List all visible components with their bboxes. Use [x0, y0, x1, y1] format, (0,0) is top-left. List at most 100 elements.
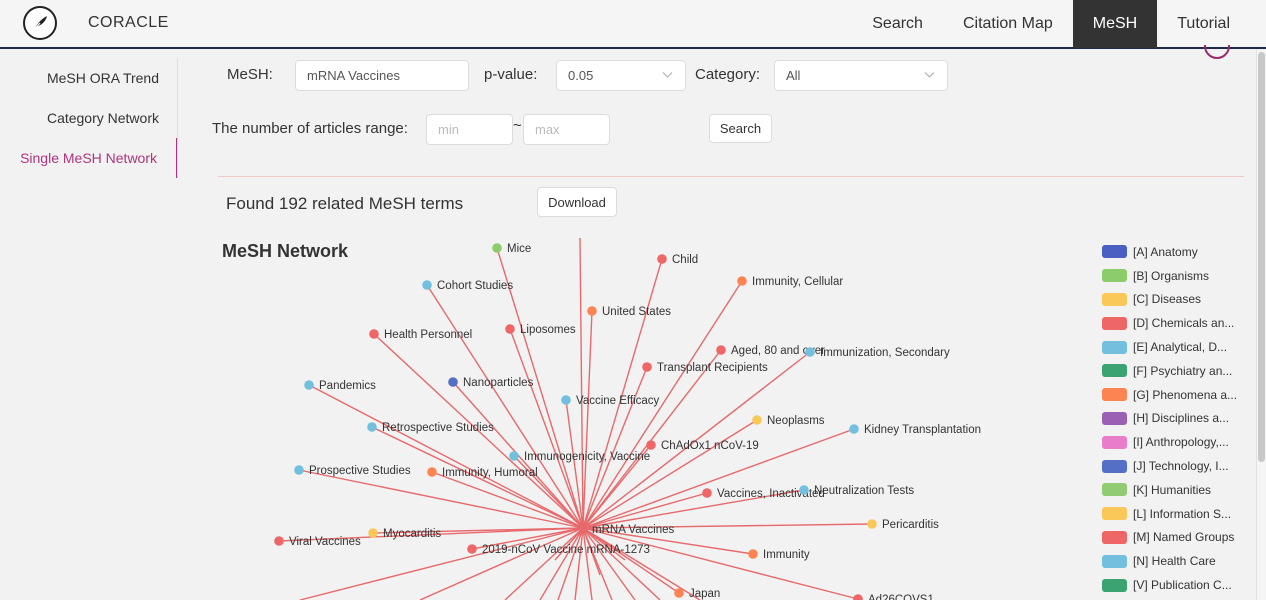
network-legend: [A] Anatomy [B] Organisms [C] Diseases [D] …: [1102, 240, 1237, 597]
legend-item[interactable]: [C] Diseases: [1102, 288, 1237, 312]
network-node[interactable]: [646, 440, 656, 450]
legend-label: [G] Phenomena a...: [1133, 387, 1238, 402]
network-node[interactable]: [657, 254, 667, 264]
legend-swatch: [1102, 530, 1127, 544]
legend-swatch: [1102, 459, 1127, 473]
legend-label: [M] Named Groups: [1133, 530, 1235, 545]
network-node[interactable]: [587, 306, 597, 316]
legend-item[interactable]: [E] Analytical, D...: [1102, 335, 1237, 359]
network-node[interactable]: [561, 395, 571, 405]
network-node[interactable]: [467, 544, 477, 554]
legend-label: [C] Diseases: [1133, 292, 1202, 307]
legend-swatch: [1102, 411, 1127, 425]
legend-swatch: [1102, 269, 1127, 283]
legend-label: [B] Organisms: [1133, 268, 1210, 283]
legend-label: [L] Information S...: [1133, 506, 1232, 521]
legend-label: [F] Psychiatry an...: [1133, 363, 1233, 378]
network-node[interactable]: [368, 528, 378, 538]
network-node[interactable]: [369, 329, 379, 339]
network-node-label: Cohort Studies: [437, 280, 513, 292]
network-node-label: Immunization, Secondary: [820, 347, 950, 359]
network-node[interactable]: [702, 488, 712, 498]
network-node-label: Japan: [689, 588, 720, 600]
network-node[interactable]: [849, 424, 859, 434]
network-node[interactable]: [509, 451, 519, 461]
legend-swatch: [1102, 388, 1127, 402]
legend-item[interactable]: [L] Information S...: [1102, 502, 1237, 526]
legend-item[interactable]: [F] Psychiatry an...: [1102, 359, 1237, 383]
network-edge: [565, 399, 584, 529]
legend-label: [H] Disciplines a...: [1133, 411, 1230, 426]
network-node[interactable]: [448, 377, 458, 387]
legend-item[interactable]: [A] Anatomy: [1102, 240, 1237, 264]
network-node[interactable]: [422, 280, 432, 290]
legend-label: [D] Chemicals an...: [1133, 316, 1235, 331]
legend-swatch: [1102, 340, 1127, 354]
network-edge: [426, 284, 584, 529]
network-node[interactable]: [274, 536, 284, 546]
network-node[interactable]: [294, 465, 304, 475]
network-edge: [298, 469, 584, 529]
network-node[interactable]: [427, 467, 437, 477]
legend-label: [E] Analytical, D...: [1133, 340, 1228, 355]
network-edge: [504, 527, 584, 600]
network-node-label: Pericarditis: [882, 519, 939, 531]
network-node-label: Immunity, Humoral: [442, 467, 538, 479]
network-node[interactable]: [799, 485, 809, 495]
legend-item[interactable]: [I] Anthropology,...: [1102, 430, 1237, 454]
legend-label: [N] Health Care: [1133, 554, 1216, 569]
help-icon[interactable]: [1204, 45, 1230, 59]
network-node[interactable]: [367, 422, 377, 432]
network-node[interactable]: [304, 380, 314, 390]
network-node[interactable]: [867, 519, 877, 529]
legend-label: [I] Anthropology,...: [1133, 435, 1229, 450]
network-node-label: Prospective Studies: [309, 465, 411, 477]
network-node[interactable]: [674, 588, 684, 598]
legend-swatch: [1102, 578, 1127, 592]
network-node[interactable]: [752, 415, 762, 425]
network-node-label: Pandemics: [319, 380, 376, 392]
network-node[interactable]: [716, 345, 726, 355]
network-center-label: mRNA Vaccines: [592, 524, 674, 536]
legend-item[interactable]: [H] Disciplines a...: [1102, 407, 1237, 431]
network-node[interactable]: [505, 324, 515, 334]
network-node[interactable]: [805, 347, 815, 357]
page-scrollbar[interactable]: [1256, 50, 1266, 600]
network-node[interactable]: [853, 594, 863, 600]
legend-swatch: [1102, 316, 1127, 330]
network-edge: [582, 527, 680, 594]
network-node-label: Neutralization Tests: [814, 485, 914, 497]
nav-tutorial[interactable]: Tutorial: [1157, 0, 1250, 48]
network-node-label: Retrospective Studies: [382, 422, 494, 434]
mesh-network-graph[interactable]: Mice Child Immunity, Cellular Cohort Studie…: [0, 0, 1100, 600]
network-node-label: Immunogenicity, Vaccine: [524, 451, 650, 463]
network-node[interactable]: [737, 276, 747, 286]
network-node[interactable]: [748, 549, 758, 559]
network-node-label: Transplant Recipients: [657, 362, 768, 374]
network-node-label: Ad26COVS1: [868, 594, 934, 600]
legend-item[interactable]: [B] Organisms: [1102, 264, 1237, 288]
network-node-label: Myocarditis: [383, 528, 441, 540]
legend-item[interactable]: [J] Technology, I...: [1102, 454, 1237, 478]
network-node[interactable]: [492, 243, 502, 253]
network-node-label: Child: [672, 254, 698, 266]
network-node-label: Health Personnel: [384, 329, 472, 341]
legend-item[interactable]: [G] Phenomena a...: [1102, 383, 1237, 407]
network-node-label: Immunity, Cellular: [752, 276, 843, 288]
network-edge: [582, 258, 663, 529]
legend-item[interactable]: [M] Named Groups: [1102, 526, 1237, 550]
legend-item[interactable]: [V] Publication C...: [1102, 573, 1237, 597]
legend-swatch: [1102, 554, 1127, 568]
scrollbar-thumb[interactable]: [1258, 52, 1265, 462]
network-edge: [579, 237, 584, 529]
network-node-label: Vaccine Efficacy: [576, 395, 660, 407]
network-node-label: Kidney Transplantation: [864, 424, 981, 436]
network-edge: [582, 527, 661, 600]
legend-swatch: [1102, 364, 1127, 378]
network-node-label: 2019-nCoV Vaccine mRNA-1273: [482, 544, 650, 556]
legend-item[interactable]: [K] Humanities: [1102, 478, 1237, 502]
legend-item[interactable]: [D] Chemicals an...: [1102, 311, 1237, 335]
legend-item[interactable]: [N] Health Care: [1102, 549, 1237, 573]
network-edge: [582, 310, 593, 529]
network-node[interactable]: [642, 362, 652, 372]
